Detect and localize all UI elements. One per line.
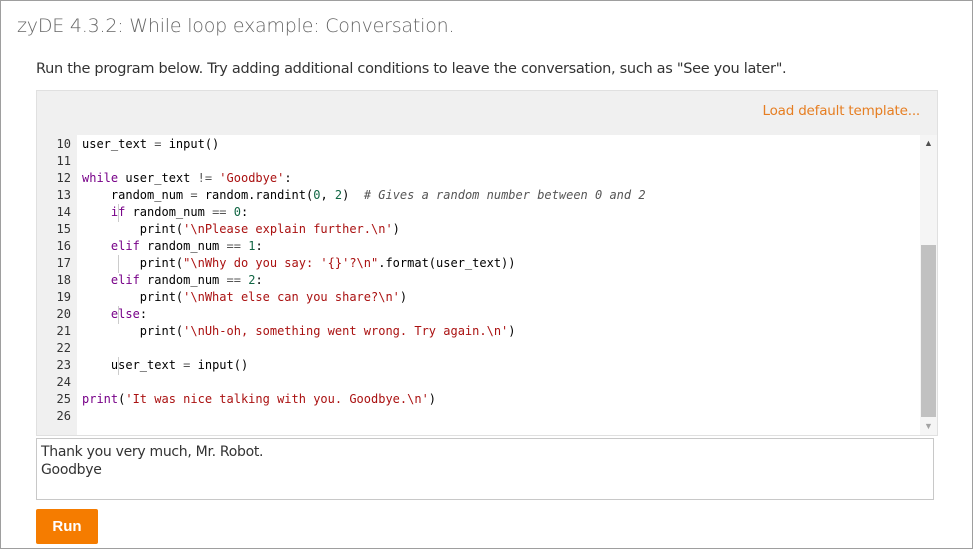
code-text[interactable]: print('It was nice talking with you. Goo… — [82, 391, 436, 408]
line-number: 14 — [56, 205, 71, 219]
code-text[interactable]: user_text = input() — [82, 357, 248, 374]
line-number: 16 — [56, 239, 71, 253]
scroll-down-arrow-icon[interactable]: ▼ — [920, 418, 937, 435]
load-default-template-link[interactable]: Load default template... — [763, 103, 921, 119]
code-line[interactable]: 23 user_text = input() — [37, 357, 920, 374]
code-line[interactable]: 10 user_text = input() — [37, 136, 920, 153]
line-number: 12 — [56, 171, 71, 185]
line-number: 15 — [56, 222, 71, 236]
zyde-panel: zyDE 4.3.2: While loop example: Conversa… — [0, 0, 973, 549]
scroll-thumb[interactable] — [921, 245, 936, 417]
code-line[interactable]: 18 elif random_num == 2: — [37, 272, 920, 289]
code-editor[interactable]: 10 user_text = input() 11 12 while user_text… — [37, 135, 937, 435]
code-line[interactable]: 24 — [37, 374, 920, 391]
code-line[interactable]: 22 — [37, 340, 920, 357]
code-text[interactable]: print('\nPlease explain further.\n') — [82, 221, 400, 238]
line-number: 13 — [56, 188, 71, 202]
code-line[interactable]: 12 while user_text != 'Goodbye': — [37, 170, 920, 187]
instructions-text: Run the program below. Try adding additi… — [36, 61, 787, 77]
code-text[interactable]: user_text = input() — [82, 136, 219, 153]
code-line[interactable]: 16 elif random_num == 1: — [37, 238, 920, 255]
code-text[interactable]: if random_num == 0: — [82, 204, 248, 221]
code-text[interactable]: print('\nWhat else can you share?\n') — [82, 289, 407, 306]
line-number: 21 — [56, 324, 71, 338]
line-number: 10 — [56, 137, 71, 151]
line-number: 20 — [56, 307, 71, 321]
run-button[interactable]: Run — [36, 509, 98, 544]
code-line[interactable]: 11 — [37, 153, 920, 170]
indent-guide — [118, 357, 119, 375]
code-text[interactable]: while user_text != 'Goodbye': — [82, 170, 292, 187]
code-text[interactable]: elif random_num == 2: — [82, 272, 263, 289]
line-number: 18 — [56, 273, 71, 287]
code-line[interactable]: 20 else: — [37, 306, 920, 323]
line-number: 25 — [56, 392, 71, 406]
page-title: zyDE 4.3.2: While loop example: Conversa… — [17, 15, 455, 37]
code-line[interactable]: 14 if random_num == 0: — [37, 204, 920, 221]
line-number: 19 — [56, 290, 71, 304]
line-number: 11 — [56, 154, 71, 168]
indent-guide — [118, 306, 119, 324]
code-line[interactable]: 19 print('\nWhat else can you share?\n') — [37, 289, 920, 306]
code-line[interactable]: 21 print('\nUh-oh, something went wrong.… — [37, 323, 920, 340]
editor-scrollbar[interactable]: ▲ ▼ — [920, 135, 937, 435]
line-number: 23 — [56, 358, 71, 372]
line-number: 17 — [56, 256, 71, 270]
line-number: 24 — [56, 375, 71, 389]
code-line[interactable]: 13 random_num = random.randint(0, 2) # G… — [37, 187, 920, 204]
indent-guide — [118, 204, 119, 222]
code-text[interactable]: random_num = random.randint(0, 2) # Give… — [82, 187, 646, 204]
line-number: 22 — [56, 341, 71, 355]
code-line[interactable]: 25 print('It was nice talking with you. G… — [37, 391, 920, 408]
code-line[interactable]: 26 — [37, 408, 920, 425]
code-text[interactable]: elif random_num == 1: — [82, 238, 263, 255]
code-lines: 10 user_text = input() 11 12 while user_text… — [37, 136, 920, 425]
program-input-field[interactable]: Thank you very much, Mr. Robot. Goodbye — [36, 438, 934, 500]
code-line[interactable]: 15 print('\nPlease explain further.\n') — [37, 221, 920, 238]
code-text[interactable]: print("\nWhy do you say: '{}'?\n".format… — [82, 255, 516, 272]
code-text[interactable]: else: — [82, 306, 147, 323]
code-text[interactable]: print('\nUh-oh, something went wrong. Tr… — [82, 323, 516, 340]
indent-guide — [118, 255, 119, 273]
line-number: 26 — [56, 409, 71, 423]
scroll-up-arrow-icon[interactable]: ▲ — [920, 135, 937, 152]
code-editor-container: Load default template... 10 user_text = i… — [36, 90, 938, 436]
code-line[interactable]: 17 print("\nWhy do you say: '{}'?\n".for… — [37, 255, 920, 272]
